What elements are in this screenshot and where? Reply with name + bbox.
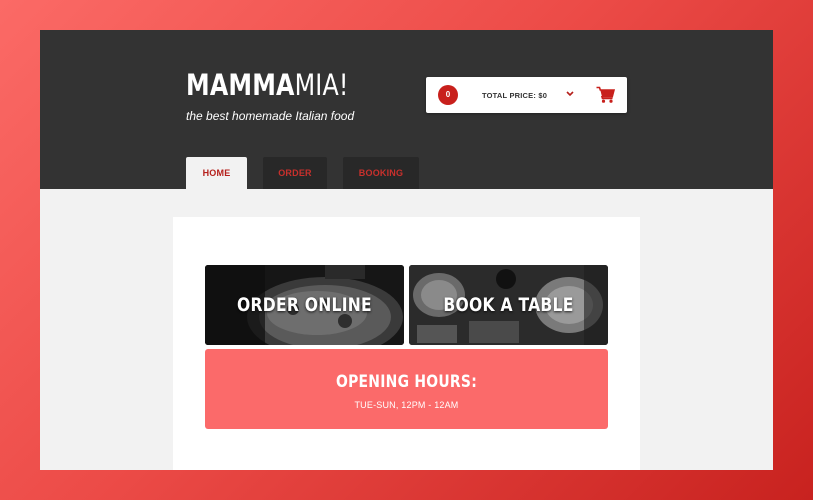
- cart-count-badge: 0: [438, 85, 458, 105]
- cart-total-price: TOTAL PRICE: $0: [482, 91, 548, 100]
- cart-widget[interactable]: 0 TOTAL PRICE: $0: [426, 77, 627, 113]
- tab-order[interactable]: ORDER: [263, 157, 327, 189]
- opening-hours-times: TUE-SUN, 12PM - 12AM: [354, 400, 459, 410]
- opening-hours-banner: OPENING HOURS: TUE-SUN, 12PM - 12AM: [205, 349, 608, 429]
- logo[interactable]: MAMMAMIA!: [186, 68, 349, 102]
- site-header: MAMMAMIA! the best homemade Italian food…: [40, 30, 773, 189]
- book-table-label: BOOK A TABLE: [443, 294, 574, 316]
- main-content: ORDER ONLINE BOOK A TABLE OPENING HOURS:…: [173, 217, 640, 470]
- shopping-cart-icon[interactable]: [596, 86, 616, 104]
- book-table-tile[interactable]: BOOK A TABLE: [409, 265, 608, 345]
- order-online-tile[interactable]: ORDER ONLINE: [205, 265, 404, 345]
- logo-bold-text: MAMMA: [186, 68, 295, 102]
- order-online-label: ORDER ONLINE: [237, 294, 372, 316]
- logo-light-text: MIA!: [294, 68, 349, 102]
- tagline: the best homemade Italian food: [186, 109, 355, 123]
- tab-booking[interactable]: BOOKING: [343, 157, 419, 189]
- tab-home[interactable]: HOME: [186, 157, 247, 189]
- chevron-down-icon[interactable]: [564, 87, 576, 101]
- opening-hours-title: OPENING HOURS:: [335, 372, 478, 392]
- page-frame: MAMMAMIA! the best homemade Italian food…: [40, 30, 773, 470]
